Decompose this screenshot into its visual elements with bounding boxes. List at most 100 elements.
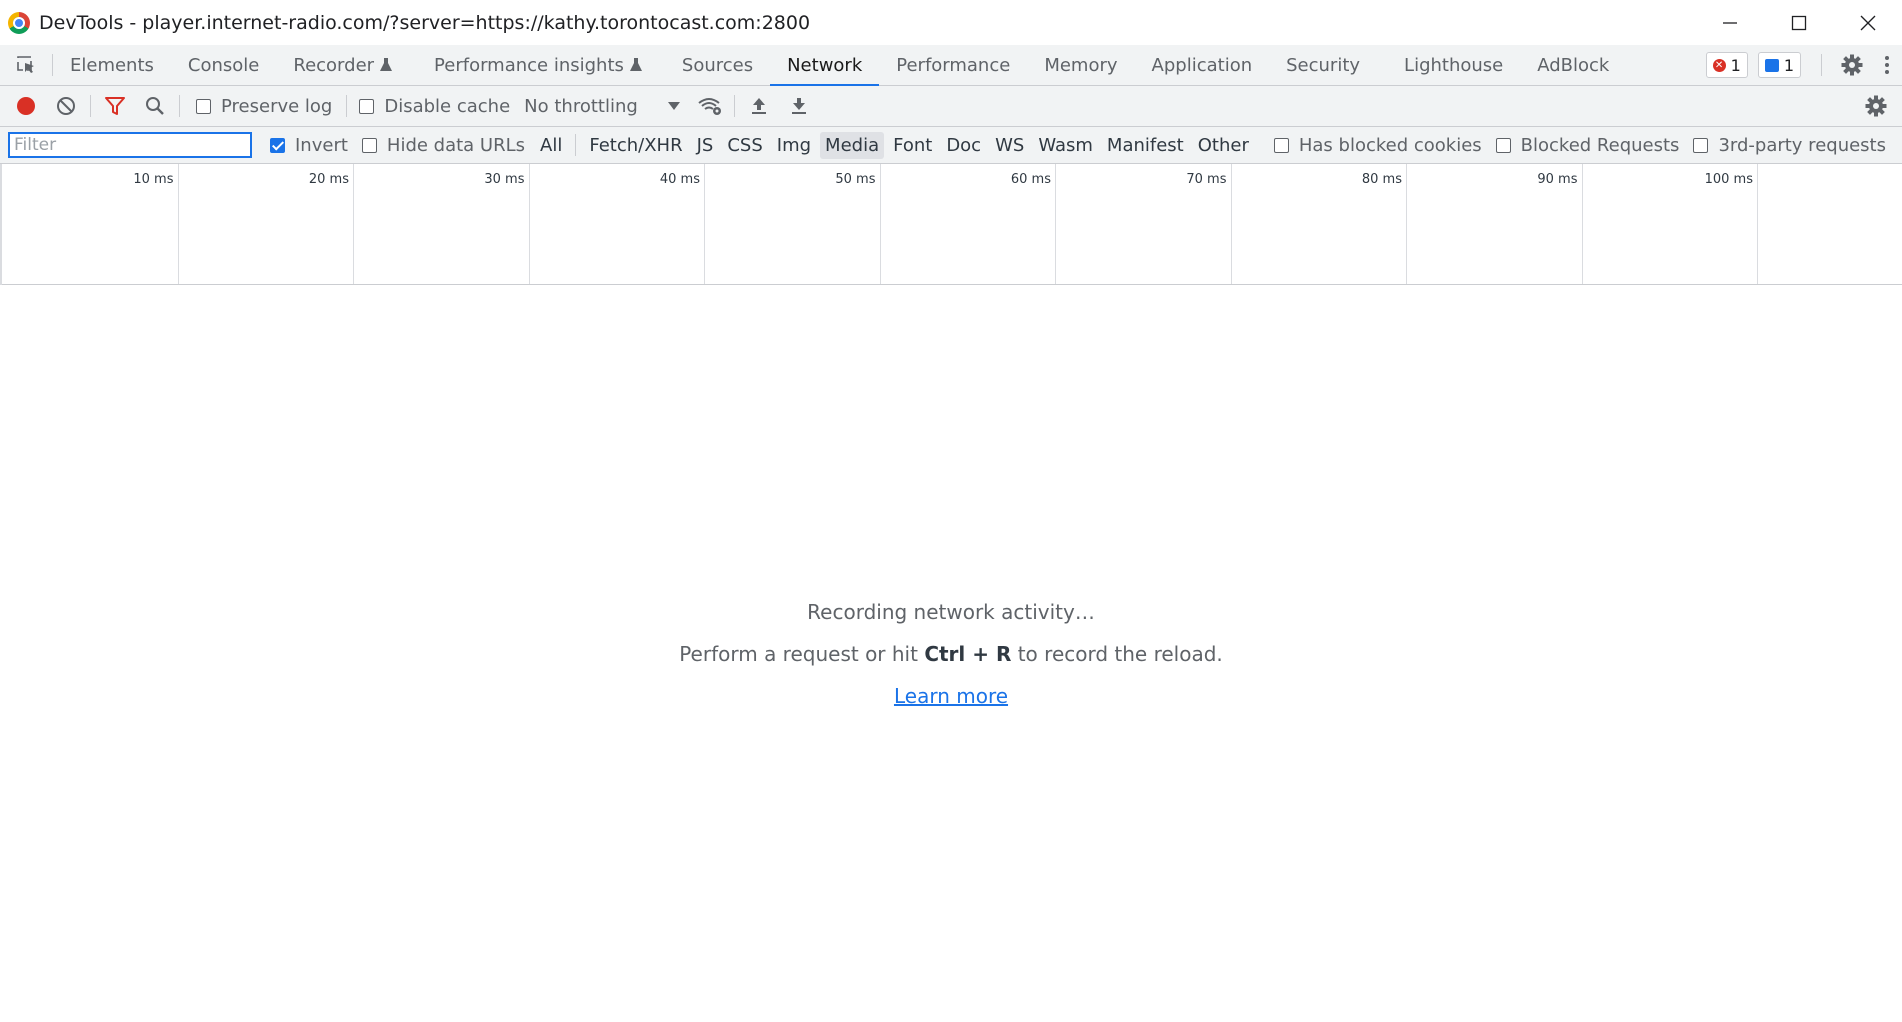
type-filter-manifest[interactable]: Manifest — [1102, 132, 1189, 159]
tab-network[interactable]: Network — [770, 45, 880, 86]
gear-icon — [1841, 54, 1863, 76]
timeline-tick: 10 ms — [2, 164, 179, 284]
tab-security[interactable]: Security — [1269, 45, 1377, 85]
tab-console[interactable]: Console — [171, 45, 276, 85]
type-filter-other[interactable]: Other — [1193, 132, 1254, 159]
request-list-empty-area: Recording network activity… Perform a re… — [0, 285, 1902, 1022]
hide-data-urls-box[interactable] — [361, 137, 377, 153]
kebab-menu-icon — [1885, 56, 1889, 74]
message-count: 1 — [1783, 55, 1794, 75]
inspect-element-button[interactable] — [0, 45, 52, 85]
chrome-logo-icon — [8, 11, 30, 34]
hide-data-urls-checkbox[interactable]: Hide data URLs — [361, 135, 525, 156]
error-count-badge[interactable]: ✕ 1 — [1705, 52, 1748, 78]
tab-elements[interactable]: Elements — [53, 45, 171, 85]
tab-memory[interactable]: Memory — [1027, 45, 1134, 85]
message-count-badge[interactable]: 1 — [1757, 52, 1801, 78]
tab-sources[interactable]: Sources — [665, 45, 770, 85]
tabbar-right-tools: ✕ 1 1 — [1705, 45, 1902, 85]
tab-label: Elements — [70, 54, 154, 76]
settings-button[interactable] — [1832, 45, 1872, 85]
export-har-button[interactable] — [779, 86, 819, 126]
tab-label: Lighthouse — [1404, 54, 1504, 76]
timeline-tick-label: 100 ms — [1704, 172, 1753, 187]
recording-status-text: Recording network activity… — [807, 600, 1095, 624]
filter-bar: Invert Hide data URLs All Fetch/XHR JS C… — [0, 127, 1902, 164]
tab-adblock[interactable]: AdBlock — [1520, 45, 1626, 85]
timeline-tick-label: 30 ms — [484, 172, 525, 187]
third-party-requests-box[interactable] — [1693, 137, 1709, 153]
tab-label: Security — [1286, 54, 1361, 76]
filter-input[interactable] — [8, 132, 252, 158]
type-filter-ws[interactable]: WS — [990, 132, 1029, 159]
tab-label: Performance — [896, 54, 1011, 76]
clear-button[interactable] — [46, 86, 86, 126]
type-filter-doc[interactable]: Doc — [941, 132, 986, 159]
minimize-button[interactable] — [1695, 0, 1764, 45]
learn-more-row: Learn more — [0, 684, 1902, 708]
invert-box[interactable] — [270, 137, 285, 153]
close-window-button[interactable] — [1833, 0, 1902, 45]
type-filter-css[interactable]: CSS — [722, 132, 767, 159]
tab-label: AdBlock — [1537, 54, 1610, 76]
minimize-icon — [1722, 21, 1737, 24]
inspect-cursor-icon — [17, 56, 34, 73]
search-icon — [146, 97, 164, 115]
network-conditions-button[interactable] — [690, 86, 730, 126]
tab-label: Network — [787, 54, 863, 76]
type-filter-all[interactable]: All — [535, 132, 567, 159]
disable-cache-box[interactable] — [359, 98, 375, 114]
tab-application[interactable]: Application — [1135, 45, 1270, 85]
preserve-log-checkbox[interactable]: Preserve log — [196, 96, 332, 117]
type-filter-img[interactable]: Img — [772, 132, 816, 159]
timeline-tick-label: 70 ms — [1186, 172, 1227, 187]
error-icon: ✕ — [1712, 58, 1726, 72]
import-har-button[interactable] — [739, 86, 779, 126]
throttling-select[interactable]: No throttling — [524, 96, 680, 117]
disable-cache-checkbox[interactable]: Disable cache — [359, 96, 510, 117]
tab-lighthouse[interactable]: Lighthouse — [1387, 45, 1520, 85]
tab-performance-insights[interactable]: Performance insights — [417, 45, 659, 85]
timeline-tick: 90 ms — [1406, 164, 1583, 284]
has-blocked-cookies-box[interactable] — [1273, 137, 1289, 153]
search-button[interactable] — [135, 86, 175, 126]
record-button[interactable] — [6, 86, 46, 126]
tab-label: Performance insights — [434, 54, 624, 76]
preserve-log-box[interactable] — [196, 98, 211, 114]
tab-performance[interactable]: Performance — [879, 45, 1027, 85]
network-settings-button[interactable] — [1856, 86, 1896, 126]
blocked-requests-checkbox[interactable]: Blocked Requests — [1495, 135, 1679, 156]
tab-label: Memory — [1044, 54, 1118, 76]
toolbar-separator — [346, 95, 348, 117]
tab-recorder[interactable]: Recorder — [276, 45, 409, 85]
third-party-requests-checkbox[interactable]: 3rd-party requests — [1693, 135, 1886, 156]
timeline-tick: 110 ms — [1757, 164, 1902, 284]
invert-checkbox[interactable]: Invert — [270, 135, 348, 156]
learn-more-link[interactable]: Learn more — [894, 684, 1008, 708]
preserve-log-label: Preserve log — [221, 95, 333, 117]
type-filter-js[interactable]: JS — [692, 132, 719, 159]
error-count: 1 — [1730, 55, 1741, 75]
reload-hint-suffix: to record the reload. — [1017, 642, 1223, 666]
network-toolbar: Preserve log Disable cache No throttling — [0, 86, 1902, 127]
toolbar-separator — [90, 95, 91, 117]
timeline-tick-label: 90 ms — [1537, 172, 1578, 187]
reload-hint-text: Perform a request or hit Ctrl + R to rec… — [0, 642, 1902, 666]
has-blocked-cookies-checkbox[interactable]: Has blocked cookies — [1273, 135, 1482, 156]
toolbar-separator — [179, 95, 180, 117]
more-options-button[interactable] — [1872, 45, 1902, 85]
experiment-flask-icon — [380, 58, 393, 71]
type-filter-wasm[interactable]: Wasm — [1033, 132, 1098, 159]
timeline-tick-label: 20 ms — [308, 172, 349, 187]
type-filter-media[interactable]: Media — [820, 131, 885, 159]
type-filter-font[interactable]: Font — [888, 132, 937, 159]
message-icon — [1764, 58, 1779, 72]
network-overview-timeline[interactable]: 10 ms 20 ms 30 ms 40 ms 50 ms 60 ms 70 ms 80 ms… — [0, 164, 1902, 285]
maximize-button[interactable] — [1764, 0, 1833, 45]
timeline-tick-label: 50 ms — [835, 172, 876, 187]
type-filter-fetch-xhr[interactable]: Fetch/XHR — [584, 132, 687, 159]
blocked-requests-box[interactable] — [1495, 137, 1511, 153]
window-titlebar: DevTools - player.internet-radio.com/?se… — [0, 0, 1902, 45]
filter-toggle-button[interactable] — [95, 86, 135, 126]
timeline-tick: 60 ms — [880, 164, 1056, 284]
